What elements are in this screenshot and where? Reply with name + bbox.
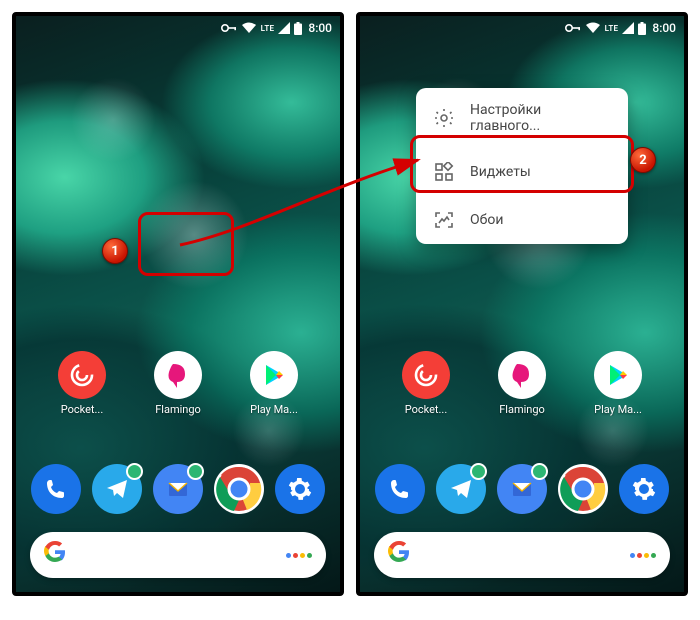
flamingo-icon: [154, 351, 202, 399]
dock-chrome[interactable]: [555, 464, 611, 514]
home-context-menu: Настройки главного... Виджеты Обои: [416, 88, 628, 244]
wifi-icon: [241, 22, 257, 34]
flamingo-icon: [498, 351, 546, 399]
network-type: LTE: [261, 24, 275, 33]
notification-dot: [187, 463, 204, 480]
app-label: Flamingo: [155, 403, 201, 416]
dock-phone[interactable]: [372, 464, 428, 514]
app-label: Pocket...: [405, 403, 448, 416]
app-label: Flamingo: [499, 403, 545, 416]
battery-icon: [638, 22, 646, 35]
menu-label: Обои: [470, 212, 503, 228]
notification-dot: [470, 463, 487, 480]
gear-icon: [434, 108, 454, 128]
dock-inbox[interactable]: [494, 464, 550, 514]
vpn-key-icon: [565, 22, 581, 34]
app-label: Pocket...: [61, 403, 104, 416]
assistant-icon[interactable]: [630, 553, 656, 558]
play-store-icon: [594, 351, 642, 399]
notification-dot: [531, 463, 548, 480]
inbox-icon: [153, 464, 203, 514]
telegram-icon: [436, 464, 486, 514]
dock-phone[interactable]: [28, 464, 84, 514]
callout-1: 1: [102, 238, 128, 264]
status-bar: LTE 8:00: [360, 16, 684, 40]
dock-inbox[interactable]: [150, 464, 206, 514]
dock-settings[interactable]: [616, 464, 672, 514]
app-flamingo[interactable]: Flamingo: [150, 351, 206, 416]
vpn-key-icon: [221, 22, 237, 34]
google-search-bar[interactable]: [30, 532, 326, 578]
dock: [16, 464, 340, 514]
menu-label: Настройки главного...: [470, 102, 610, 134]
wifi-icon: [585, 22, 601, 34]
dock: [360, 464, 684, 514]
settings-gear-icon: [275, 464, 325, 514]
app-playstore[interactable]: Play Ма...: [590, 351, 646, 416]
phone-icon: [375, 464, 425, 514]
google-search-bar[interactable]: [374, 532, 670, 578]
phone-screen-left: LTE 8:00 1 Pocket... Flamingo: [12, 12, 344, 596]
telegram-icon: [92, 464, 142, 514]
app-label: Play Ма...: [594, 403, 642, 416]
dock-telegram[interactable]: [433, 464, 489, 514]
home-apps-row: Pocket... Flamingo Play Ма...: [360, 351, 684, 416]
app-pocketcasts[interactable]: Pocket...: [54, 351, 110, 416]
play-store-icon: [250, 351, 298, 399]
widgets-icon: [434, 162, 454, 182]
menu-item-home-settings[interactable]: Настройки главного...: [416, 88, 628, 148]
app-label: Play Ма...: [250, 403, 298, 416]
home-apps-row: Pocket... Flamingo Play Ма...: [16, 351, 340, 416]
dock-settings[interactable]: [272, 464, 328, 514]
dock-telegram[interactable]: [89, 464, 145, 514]
menu-item-widgets[interactable]: Виджеты: [416, 148, 628, 196]
pocketcasts-icon: [58, 351, 106, 399]
signal-icon: [622, 22, 634, 34]
google-g-icon: [388, 541, 410, 569]
chrome-icon: [214, 464, 264, 514]
assistant-icon[interactable]: [286, 553, 312, 558]
app-pocketcasts[interactable]: Pocket...: [398, 351, 454, 416]
settings-gear-icon: [619, 464, 669, 514]
menu-label: Виджеты: [470, 164, 531, 180]
google-g-icon: [44, 541, 66, 569]
notification-dot: [126, 463, 143, 480]
battery-icon: [294, 22, 302, 35]
clock: 8:00: [652, 21, 676, 35]
inbox-icon: [497, 464, 547, 514]
menu-item-wallpapers[interactable]: Обои: [416, 196, 628, 244]
app-playstore[interactable]: Play Ма...: [246, 351, 302, 416]
network-type: LTE: [605, 24, 619, 33]
phone-icon: [31, 464, 81, 514]
status-bar: LTE 8:00: [16, 16, 340, 40]
app-flamingo[interactable]: Flamingo: [494, 351, 550, 416]
signal-icon: [278, 22, 290, 34]
wallpaper-icon: [434, 210, 454, 230]
phone-screen-right: LTE 8:00 Настройки главного... Виджеты О…: [356, 12, 688, 596]
dock-chrome[interactable]: [211, 464, 267, 514]
callout-2: 2: [630, 147, 656, 173]
clock: 8:00: [308, 21, 332, 35]
pocketcasts-icon: [402, 351, 450, 399]
chrome-icon: [558, 464, 608, 514]
